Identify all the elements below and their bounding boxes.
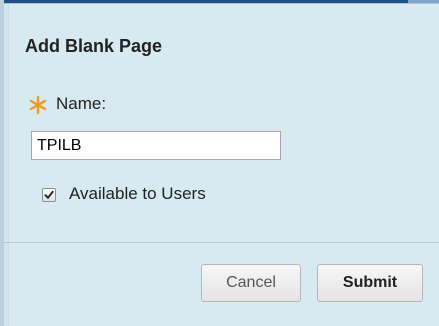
dialog-title: Add Blank Page: [25, 36, 163, 56]
cancel-button[interactable]: Cancel: [201, 264, 301, 302]
required-asterisk-icon: [28, 95, 48, 115]
name-input[interactable]: [31, 131, 281, 160]
window-left-edge: [0, 0, 4, 326]
footer-divider: [0, 242, 439, 243]
checkmark-icon: [44, 190, 54, 199]
window-top-strip-light: [408, 0, 439, 3]
submit-button[interactable]: Submit: [317, 264, 423, 302]
available-to-users-label[interactable]: Available to Users: [69, 184, 206, 204]
available-to-users-checkbox[interactable]: [42, 188, 56, 202]
window-top-strip-dark: [0, 0, 408, 3]
name-label: Name:: [56, 94, 107, 113]
